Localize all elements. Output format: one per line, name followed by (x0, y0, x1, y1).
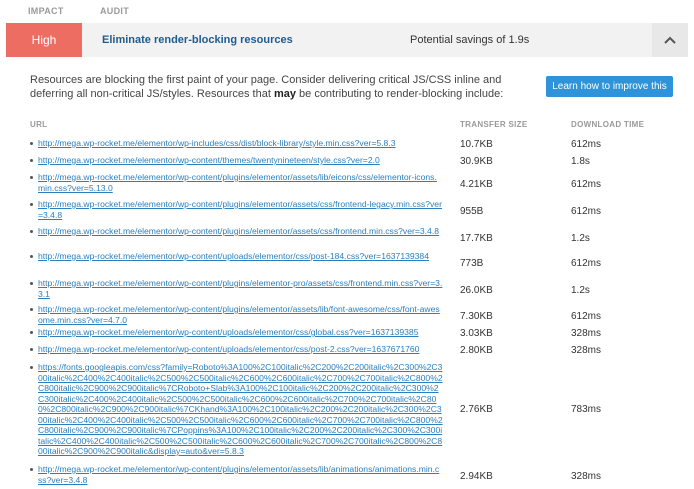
transfer-size-cell: 4.21KB (460, 179, 493, 190)
audit-description: Resources are blocking the first paint o… (30, 73, 540, 101)
transfer-size-cell: 7.30KB (460, 311, 493, 322)
resource-url-link[interactable]: http://mega.wp-rocket.me/elementor/wp-co… (38, 278, 443, 299)
transfer-size-cell: 2.80KB (460, 345, 493, 356)
download-time-cell: 1.8s (571, 156, 590, 167)
resource-url-link[interactable]: http://mega.wp-rocket.me/elementor/wp-co… (38, 155, 443, 166)
transfer-size-cell: 26.0KB (460, 285, 493, 296)
resource-url-link[interactable]: http://mega.wp-rocket.me/elementor/wp-co… (38, 226, 443, 237)
resource-url-link[interactable]: http://mega.wp-rocket.me/elementor/wp-co… (38, 327, 443, 338)
transfer-size-cell: 10.7KB (460, 139, 493, 150)
chevron-up-icon (664, 36, 676, 44)
url-column-header: URL (30, 120, 48, 129)
learn-more-button[interactable]: Learn how to improve this (546, 76, 673, 97)
list-bullet (30, 331, 33, 334)
list-bullet (30, 230, 33, 233)
resource-url-link[interactable]: http://mega.wp-rocket.me/elementor/wp-co… (38, 464, 443, 485)
transfer-size-cell: 773B (460, 258, 484, 269)
list-bullet (30, 308, 33, 311)
resource-url-link[interactable]: http://mega.wp-rocket.me/elementor/wp-co… (38, 251, 443, 262)
download-time-cell: 783ms (571, 404, 602, 415)
list-bullet (30, 203, 33, 206)
transfer-size-cell: 955B (460, 206, 484, 217)
list-bullet (30, 366, 33, 369)
list-bullet (30, 282, 33, 285)
resource-url-link[interactable]: http://mega.wp-rocket.me/elementor/wp-co… (38, 199, 443, 220)
download-time-cell: 612ms (571, 206, 602, 217)
list-bullet (30, 255, 33, 258)
description-bold: may (273, 88, 296, 100)
download-time-cell: 612ms (571, 258, 602, 269)
list-bullet (30, 176, 33, 179)
download-time-cell: 612ms (571, 139, 602, 150)
download-time-cell: 1.2s (571, 285, 590, 296)
transfer-size-cell: 2.76KB (460, 404, 493, 415)
collapse-toggle-button[interactable] (652, 23, 688, 57)
list-bullet (30, 142, 33, 145)
download-time-cell: 612ms (571, 179, 602, 190)
potential-savings: Potential savings of 1.9s (410, 34, 530, 46)
download-time-cell: 328ms (571, 345, 602, 356)
description-text-2: be contributing to render-blocking inclu… (295, 88, 504, 100)
transfer-size-column-header: TRANSFER SIZE (460, 120, 528, 129)
transfer-size-cell: 3.03KB (460, 328, 493, 339)
list-bullet (30, 159, 33, 162)
list-bullet (30, 348, 33, 351)
list-bullet (30, 468, 33, 471)
impact-column-header: IMPACT (28, 6, 64, 16)
download-time-cell: 612ms (571, 311, 602, 322)
download-time-column-header: DOWNLOAD TIME (571, 120, 645, 129)
download-time-cell: 328ms (571, 328, 602, 339)
resource-url-link[interactable]: http://mega.wp-rocket.me/elementor/wp-co… (38, 172, 443, 193)
resource-url-link[interactable]: http://mega.wp-rocket.me/elementor/wp-in… (38, 138, 443, 149)
impact-badge: High (6, 23, 82, 57)
table-header-bar: IMPACT AUDIT (0, 0, 694, 22)
download-time-cell: 1.2s (571, 233, 590, 244)
audit-row[interactable]: High Eliminate render-blocking resources… (6, 23, 688, 57)
transfer-size-cell: 2.94KB (460, 471, 493, 482)
audit-title: Eliminate render-blocking resources (102, 34, 293, 46)
resource-url-link[interactable]: https://fonts.googleapis.com/css?family=… (38, 362, 443, 457)
transfer-size-cell: 30.9KB (460, 156, 493, 167)
audit-column-header: AUDIT (100, 6, 129, 16)
resource-url-link[interactable]: http://mega.wp-rocket.me/elementor/wp-co… (38, 304, 443, 325)
transfer-size-cell: 17.7KB (460, 233, 493, 244)
resource-url-link[interactable]: http://mega.wp-rocket.me/elementor/wp-co… (38, 344, 443, 355)
download-time-cell: 328ms (571, 471, 602, 482)
